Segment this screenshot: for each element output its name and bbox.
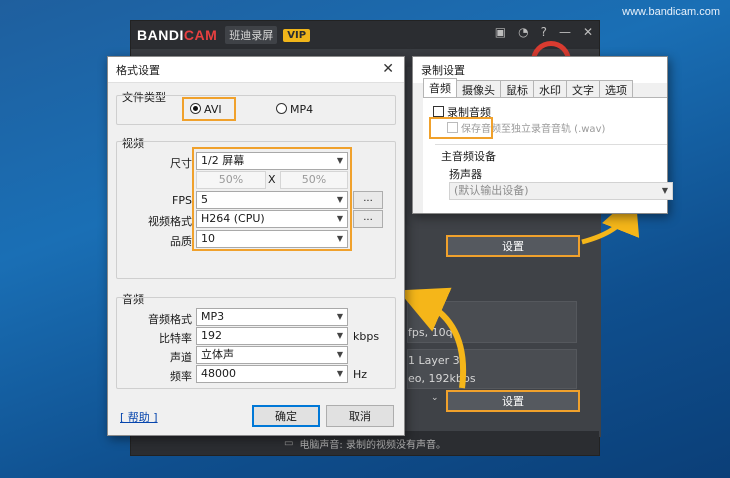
chevron-down-icon[interactable]: ⌄: [431, 393, 439, 403]
file-type-group: [116, 95, 396, 125]
checkbox-icon: [447, 122, 458, 133]
frequency-select[interactable]: 48000 ▼: [196, 365, 348, 383]
record-audio-checkbox[interactable]: 录制音频: [433, 104, 491, 120]
save-separate-checkbox: 保存音频至独立录音音轨 (.wav): [447, 120, 605, 135]
width-percent-field: 50%: [196, 171, 266, 189]
chevron-down-icon: ▼: [336, 156, 343, 165]
bitrate-unit: kbps: [353, 330, 380, 343]
audio-info-line2: eo, 192kbps: [408, 372, 476, 385]
audio-format-select[interactable]: MP3 ▼: [196, 308, 348, 326]
clock-icon[interactable]: ◔: [518, 25, 528, 39]
frequency-unit: Hz: [353, 368, 368, 381]
video-summary-panel: fps, 10q: [407, 301, 577, 343]
fps-select[interactable]: 5 ▼: [196, 191, 348, 209]
avi-label: AVI: [204, 103, 222, 116]
chevron-down-icon: ▼: [336, 214, 343, 223]
record-settings-dialog: 录制设置 音频 摄像头 鼠标 水印 文字 选项 录制音频 保存音频至独立录音音轨…: [412, 56, 673, 214]
tab-options[interactable]: 选项: [599, 80, 633, 97]
chevron-down-icon: ▼: [336, 350, 343, 359]
frequency-label: 频率: [170, 370, 192, 383]
speech-bubble-icon: ▭: [283, 437, 294, 449]
codec-more-button[interactable]: ...: [353, 210, 383, 228]
radio-mp4[interactable]: MP4: [276, 103, 313, 116]
radio-selected-icon: [190, 103, 201, 114]
divider: [435, 144, 667, 145]
cancel-button[interactable]: 取消: [326, 405, 394, 427]
video-format-label: 视频格式: [148, 215, 192, 228]
chevron-down-icon: ▼: [336, 234, 343, 243]
audio-summary-panel: 1 Layer 3 eo, 192kbps: [407, 349, 577, 389]
tab-watermark[interactable]: 水印: [533, 80, 567, 97]
radio-avi[interactable]: AVI: [190, 103, 222, 116]
bitrate-label: 比特率: [159, 332, 192, 345]
size-select[interactable]: 1/2 屏幕 ▼: [196, 152, 348, 170]
radio-empty-icon: [276, 103, 287, 114]
speaker-select: (默认输出设备) ▼: [449, 182, 673, 200]
app-subtitle: 班迪录屏: [225, 26, 278, 44]
save-separate-label: 保存音频至独立录音音轨 (.wav): [461, 124, 606, 135]
speaker-label: 扬声器: [449, 168, 482, 181]
video-format-select[interactable]: H264 (CPU) ▼: [196, 210, 348, 228]
audio-info-line1: 1 Layer 3: [408, 354, 460, 367]
tab-webcam[interactable]: 摄像头: [456, 80, 501, 97]
chevron-down-icon: ▼: [661, 186, 668, 195]
title-icons: ▣ ◔ ? — ✕: [495, 25, 593, 39]
format-settings-dialog: 格式设置 ✕ 文件类型 AVI MP4 视频 尺寸 1/2 屏幕 ▼ 50% X …: [107, 56, 405, 436]
ok-button[interactable]: 确定: [252, 405, 320, 427]
vip-badge: VIP: [283, 28, 311, 42]
fps-label: FPS: [172, 194, 192, 207]
quality-label: 品质: [170, 235, 192, 248]
chevron-down-icon: ▼: [336, 195, 343, 204]
close-icon[interactable]: ✕: [382, 61, 394, 77]
bandicam-logo: BANDICAM: [137, 27, 218, 43]
checkbox-icon: [433, 106, 444, 117]
chevron-down-icon: ▼: [336, 312, 343, 321]
mp4-label: MP4: [290, 103, 314, 116]
tab-audio[interactable]: 音频: [423, 78, 457, 97]
audio-format-label: 音频格式: [148, 313, 192, 326]
video-info-text: fps, 10q: [408, 326, 453, 339]
tab-bar: 音频 摄像头 鼠标 水印 文字 选项: [423, 78, 633, 97]
chevron-down-icon: ▼: [336, 369, 343, 378]
record-settings-button[interactable]: 设置: [446, 235, 580, 257]
channel-label: 声道: [170, 351, 192, 364]
record-audio-label: 录制音频: [447, 106, 491, 119]
tab-mouse[interactable]: 鼠标: [500, 80, 534, 97]
quality-select[interactable]: 10 ▼: [196, 230, 348, 248]
bandicam-title-bar: BANDICAM 班迪录屏 VIP ▣ ◔ ? — ✕: [131, 21, 599, 49]
status-text: 电脑声音: 录制的视频没有声音。: [299, 439, 446, 451]
help-icon[interactable]: ?: [541, 25, 547, 39]
audio-tab-pane: 录制音频 保存音频至独立录音音轨 (.wav) 主音频设备 扬声器 (默认输出设…: [423, 97, 673, 213]
height-percent-field: 50%: [280, 171, 348, 189]
folder-icon[interactable]: ▣: [495, 25, 506, 39]
x-separator: X: [268, 173, 276, 186]
fps-more-button[interactable]: ...: [353, 191, 383, 209]
close-icon[interactable]: ✕: [583, 25, 593, 39]
dialog-title: 格式设置: [108, 57, 404, 83]
main-device-label: 主音频设备: [441, 150, 496, 163]
format-settings-button[interactable]: 设置: [446, 390, 580, 412]
chevron-down-icon: ▼: [336, 331, 343, 340]
channel-select[interactable]: 立体声 ▼: [196, 346, 348, 364]
minimize-icon[interactable]: —: [559, 25, 571, 39]
size-label: 尺寸: [170, 157, 192, 170]
watermark: www.bandicam.com: [622, 6, 720, 18]
tab-text[interactable]: 文字: [566, 80, 600, 97]
bitrate-select[interactable]: 192 ▼: [196, 327, 348, 345]
help-link[interactable]: [ 帮助 ]: [120, 409, 158, 425]
